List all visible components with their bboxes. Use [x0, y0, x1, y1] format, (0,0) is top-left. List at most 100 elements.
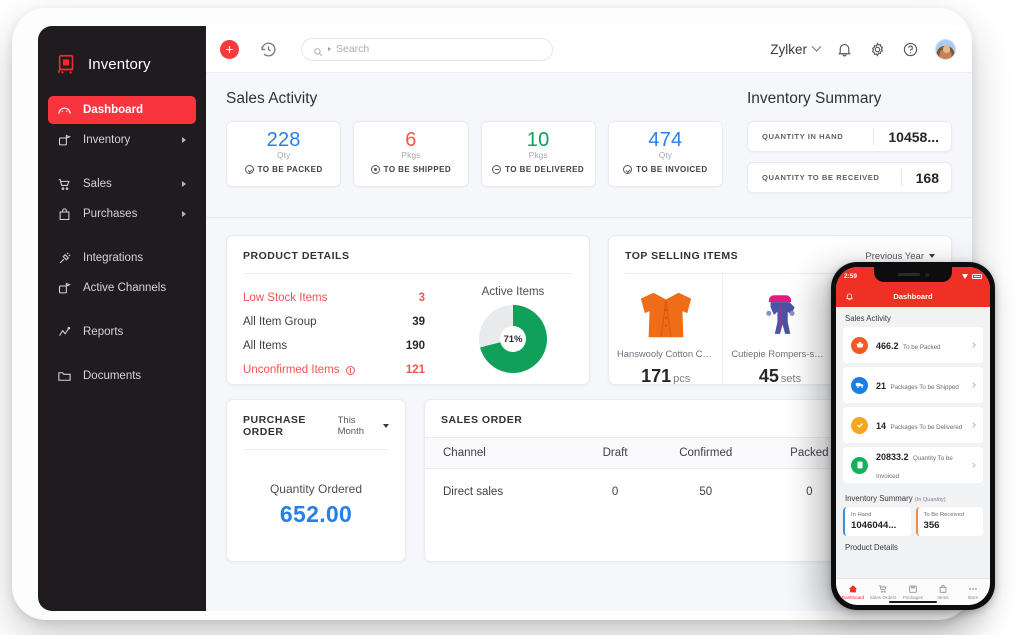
phone-activity-row-to-be-delivered[interactable]: 14 Packages To be Delivered — [843, 407, 983, 443]
dropdown-label: This Month — [337, 415, 365, 437]
phone-activity-value: 21 — [876, 381, 887, 391]
avatar[interactable] — [935, 38, 956, 60]
phone-tab-packages[interactable]: Packages — [898, 584, 928, 600]
chevron-right-icon — [182, 181, 186, 187]
minus-circle-icon — [492, 165, 502, 174]
phone-product-details-title: Product Details — [845, 543, 898, 552]
stat-label-row: TO BE SHIPPED — [360, 165, 461, 174]
phone-activity-value: 466.2 — [876, 341, 899, 351]
stat-card-to-be-shipped[interactable]: 6 Pkgs TO BE SHIPPED — [353, 121, 469, 187]
inventory-row-label: QUANTITY TO BE RECEIVED — [762, 173, 880, 182]
phone-activity-text: 20833.2 Quantity To be Invoiced — [876, 447, 963, 483]
item-qty: 171 pcs — [617, 366, 714, 385]
column-header-confirmed: Confirmed — [646, 437, 765, 469]
inventory-row-quantity-to-be-received[interactable]: QUANTITY TO BE RECEIVED 168 — [747, 162, 952, 193]
donut-chart: 71% — [479, 305, 547, 373]
top-selling-period-dropdown[interactable]: Previous Year — [865, 251, 935, 262]
sidebar-item-dashboard[interactable]: Dashboard — [48, 96, 196, 124]
sidebar-item-integrations[interactable]: Integrations — [48, 244, 196, 272]
phone-inventory-summary-title: Inventory Summary (In Quantity) — [836, 487, 990, 507]
phone-tab-items[interactable]: Items — [928, 584, 958, 600]
search-box[interactable] — [301, 37, 553, 61]
box-flag-icon — [57, 133, 72, 148]
sidebar-item-inventory[interactable]: Inventory — [48, 126, 196, 154]
item-qty-unit: sets — [780, 373, 802, 385]
column-header-draft: Draft — [583, 437, 647, 469]
donut-percent-label: 71% — [503, 333, 523, 345]
search-filter-dropdown-icon[interactable] — [328, 47, 331, 51]
top-selling-item[interactable]: Hanswooly Cotton Cas... 171 pcs — [609, 274, 724, 385]
phone-activity-row-to-be-invoiced[interactable]: 20833.2 Quantity To be Invoiced — [843, 447, 983, 483]
phone-inventory-cards: In Hand 1046044... To Be Received 356 — [843, 507, 983, 536]
device-frame: Inventory Dashboard Inventory Sales Purc… — [12, 8, 972, 620]
stat-value: 474 — [648, 129, 683, 151]
help-icon[interactable] — [902, 41, 919, 58]
organization-switcher[interactable]: Zylker — [770, 41, 822, 57]
search-input[interactable] — [336, 43, 541, 55]
sidebar-item-reports[interactable]: Reports — [48, 318, 196, 346]
phone-tab-sales-orders[interactable]: Sales Orders — [868, 584, 898, 600]
sidebar-nav: Dashboard Inventory Sales Purchases Inte… — [38, 96, 206, 390]
phone-activity-value: 20833.2 — [876, 452, 909, 462]
top-selling-item[interactable]: Cutiepie Rompers-spo... 45 sets — [723, 274, 838, 385]
product-details-header: PRODUCT DETAILS — [227, 236, 589, 273]
sidebar-item-label: Integrations — [83, 252, 144, 264]
search-icon — [313, 44, 323, 57]
product-detail-row-all-items[interactable]: All Items 190 — [243, 334, 453, 358]
phone-inventory-to-be-received[interactable]: To Be Received 356 — [915, 507, 983, 536]
sidebar-item-label: Active Channels — [83, 282, 167, 294]
stat-card-to-be-packed[interactable]: 228 Qty TO BE PACKED — [226, 121, 342, 187]
chart-title: Active Items — [481, 286, 545, 298]
stat-card-to-be-delivered[interactable]: 10 Pkgs TO BE DELIVERED — [480, 121, 596, 187]
purchase-order-period-dropdown[interactable]: This Month — [338, 415, 389, 437]
phone-notch — [874, 267, 952, 282]
phone-activity-label: To be Packed — [902, 344, 941, 351]
phone-tab-dashboard[interactable]: Dashboard — [838, 584, 868, 600]
chevron-down-icon — [929, 254, 935, 258]
add-button[interactable]: + — [220, 39, 239, 59]
phone-tab-label: Dashboard — [841, 595, 865, 600]
product-details-body: Low Stock Items 3 All Item Group 39 All … — [227, 274, 589, 382]
sidebar-item-purchases[interactable]: Purchases — [48, 200, 196, 228]
recent-history-icon[interactable] — [259, 40, 278, 59]
sales-activity-title: Sales Activity — [226, 90, 318, 107]
phone-activity-text: 14 Packages To be Delivered — [876, 416, 962, 434]
bell-icon[interactable] — [836, 41, 853, 58]
phone-tab-label: Sales Orders — [869, 595, 897, 600]
phone-body: Sales Activity 466.2 To be Packed 21 Pac… — [836, 307, 990, 578]
gauge-icon — [57, 103, 72, 118]
product-detail-row-all-item-group[interactable]: All Item Group 39 — [243, 310, 453, 334]
stat-card-to-be-invoiced[interactable]: 474 Qty TO BE INVOICED — [607, 121, 723, 187]
phone-activity-row-to-be-shipped[interactable]: 21 Packages To be Shipped — [843, 367, 983, 403]
chart-line-icon — [57, 325, 72, 340]
phone-status-time: 2:59 — [844, 273, 858, 280]
sidebar-item-sales[interactable]: Sales — [48, 170, 196, 198]
quantity-ordered-value: 652.00 — [279, 501, 353, 527]
dropdown-label: Previous Year — [865, 250, 924, 262]
phone-inventory-label: To Be Received — [923, 512, 965, 518]
sidebar-item-documents[interactable]: Documents — [48, 362, 196, 390]
chevron-right-icon — [970, 342, 976, 348]
phone-header-title: Dashboard — [893, 292, 933, 301]
info-icon[interactable] — [345, 365, 355, 375]
sidebar-item-active-channels[interactable]: Active Channels — [48, 274, 196, 302]
stat-value: 228 — [266, 129, 301, 151]
item-name: Hanswooly Cotton Cas... — [617, 348, 715, 359]
truck-icon — [851, 376, 868, 394]
phone-mockup: 2:59 Dashboard Sales Activity 466.2 To b… — [831, 262, 995, 610]
invoice-icon — [851, 456, 868, 474]
stat-unit: Qty — [658, 150, 672, 160]
phone-inventory-in-hand[interactable]: In Hand 1046044... — [843, 507, 911, 536]
item-qty-unit: pcs — [673, 373, 691, 385]
sales-activity-section: Sales Activity 228 Qty TO BE PACKED 6 Pk… — [226, 90, 723, 203]
gear-icon[interactable] — [869, 41, 886, 58]
sidebar-item-label: Sales — [83, 178, 112, 190]
row-value: 190 — [405, 340, 425, 352]
product-detail-row-low-stock-items[interactable]: Low Stock Items 3 — [243, 286, 453, 310]
phone-activity-label: Packages To be Delivered — [890, 424, 963, 431]
product-detail-row-unconfirmed-items[interactable]: Unconfirmed Items 121 — [243, 358, 453, 382]
phone-activity-row-to-be-packed[interactable]: 466.2 To be Packed — [843, 327, 983, 363]
phone-tab-more[interactable]: More — [958, 584, 988, 600]
inventory-row-quantity-in-hand[interactable]: QUANTITY IN HAND 10458... — [747, 121, 952, 152]
stat-label-row: TO BE DELIVERED — [488, 165, 589, 174]
